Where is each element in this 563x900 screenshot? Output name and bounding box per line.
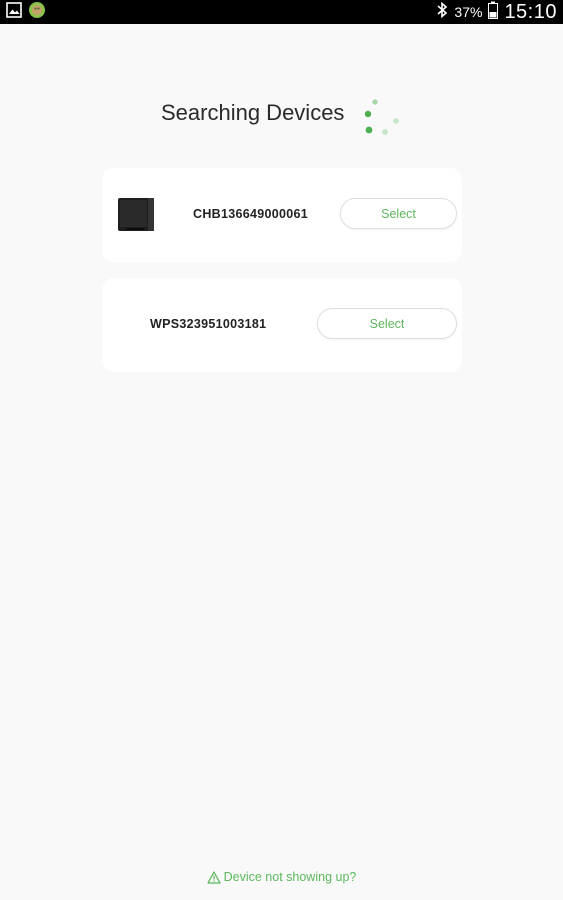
select-button[interactable]: Select [317,308,457,339]
status-bar-right: 37% 15:10 [436,0,557,24]
help-link-label: Device not showing up? [223,870,357,884]
select-button[interactable]: Select [340,198,457,229]
battery-percent: 37% [454,4,483,20]
battery-icon [488,1,499,24]
heading-row: Searching Devices [0,90,563,140]
loading-spinner-icon [358,94,403,139]
device-box-icon [116,193,156,233]
bluetooth-icon [436,1,448,24]
device-id: WPS323951003181 [150,317,267,331]
android-app-icon [28,1,46,24]
device-id: CHB136649000061 [193,207,309,221]
status-bar-left [6,1,46,24]
warning-triangle-icon [206,870,221,884]
device-card: WPS323951003181 Select [102,278,462,372]
device-card: CHB136649000061 Select [102,168,462,262]
device-not-showing-link[interactable]: Device not showing up? [0,870,563,884]
gallery-icon [6,1,22,23]
status-bar: 37% 15:10 [0,0,563,24]
clock: 15:10 [504,0,557,23]
page-title: Searching Devices [161,100,345,125]
